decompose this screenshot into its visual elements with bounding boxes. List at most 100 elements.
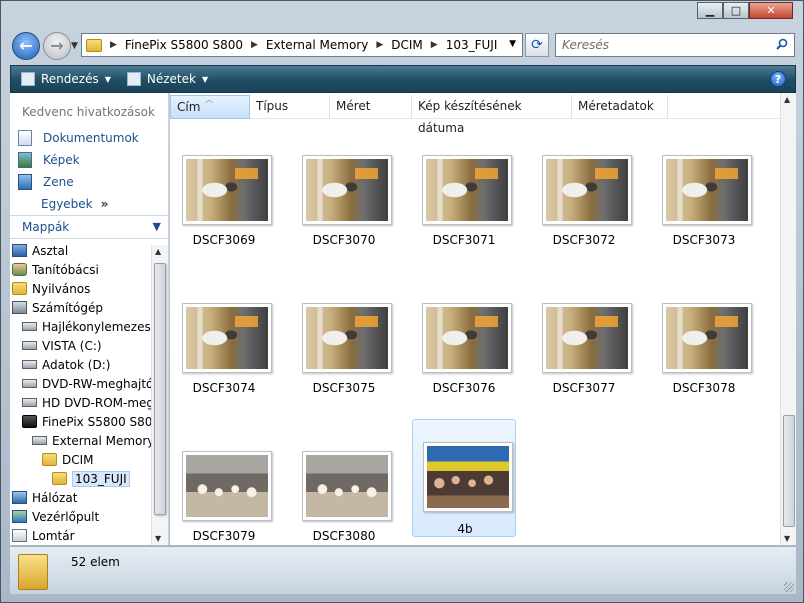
sort-ascending-icon: ︿ (205, 95, 213, 104)
search-placeholder: Keresés (562, 38, 610, 52)
tree-item[interactable]: HD DVD-ROM-megh (10, 393, 162, 412)
tree-item[interactable]: VISTA (C:) (10, 336, 151, 355)
folder-tree-scrollbar[interactable]: ▲ ▼ (151, 245, 168, 545)
tree-item[interactable]: Vezérlőpult (10, 507, 151, 526)
photo-thumbnail (186, 307, 268, 369)
favorite-pictures[interactable]: Képek (10, 149, 168, 171)
file-tile[interactable]: DSCF3079 (172, 415, 276, 543)
chevron-right-icon[interactable]: ▶ (110, 40, 117, 50)
tree-item-label: HD DVD-ROM-megh (42, 395, 162, 410)
search-input[interactable]: Keresés (555, 33, 795, 57)
file-tile[interactable]: DSCF3073 (652, 119, 756, 247)
file-list-scrollbar[interactable]: ▲ ▼ (780, 93, 796, 545)
scrollbar-thumb[interactable] (783, 415, 795, 527)
tree-item[interactable]: Tanítóbácsi (10, 260, 151, 279)
tree-item[interactable]: Számítógép (10, 298, 151, 317)
file-tile[interactable]: DSCF3074 (172, 267, 276, 395)
caption-buttons: ▁ □ ✕ (697, 2, 793, 19)
file-tile[interactable]: DSCF3070 (292, 119, 396, 247)
music-icon (18, 174, 32, 190)
tree-item-label: Nyilvános (32, 281, 91, 296)
breadcrumb-dcim[interactable]: DCIM (391, 38, 423, 52)
details-pane: 52 elem (10, 546, 796, 594)
tree-item[interactable]: DVD-RW-meghajtó ( (10, 374, 162, 393)
command-toolbar: Rendezés ▼ Nézetek ▼ ? (10, 65, 796, 93)
column-header-type[interactable]: Típus (250, 95, 330, 119)
chevron-right-icon[interactable]: ▶ (376, 40, 383, 50)
back-button[interactable]: ← (12, 32, 40, 60)
organize-menu[interactable]: Rendezés ▼ (21, 72, 111, 86)
favorite-music[interactable]: Zene (10, 171, 168, 193)
scroll-down-icon[interactable]: ▼ (784, 534, 790, 543)
file-name: DSCF3073 (672, 233, 736, 247)
refresh-button[interactable]: ⟳ (525, 33, 549, 57)
breadcrumb-103-fuji[interactable]: 103_FUJI (446, 38, 498, 52)
tree-item-label: Hajlékonylemezes m (42, 319, 167, 334)
documents-icon (18, 130, 32, 146)
file-tile[interactable]: DSCF3069 (172, 119, 276, 247)
favorite-documents[interactable]: Dokumentumok (10, 127, 168, 149)
tree-item-label: 103_FUJI (72, 470, 130, 487)
file-list-pane: ︿ Cím Típus Méret Kép készítésének dátum… (170, 93, 796, 545)
recycle-bin-icon (12, 529, 27, 542)
explorer-window: ▁ □ ✕ ← → ▼ ▶ FinePix S5800 S800 ▶ Exter… (0, 0, 804, 603)
tree-item[interactable]: Asztal (10, 241, 151, 260)
tree-item-label: DVD-RW-meghajtó ( (42, 376, 162, 391)
close-button[interactable]: ✕ (749, 2, 793, 19)
tree-item[interactable]: FinePix S5800 S800 (10, 412, 160, 431)
tree-item[interactable]: 103_FUJI (10, 469, 151, 488)
maximize-button[interactable]: □ (723, 2, 749, 19)
views-menu[interactable]: Nézetek ▼ (126, 72, 209, 86)
folder-tree: Asztal Tanítóbácsi Nyilvános Számítógép Hajl… (10, 241, 166, 545)
file-tile[interactable]: DSCF3076 (412, 267, 516, 395)
tree-item[interactable]: Lomtár (10, 526, 151, 545)
file-tile[interactable]: DSCF3078 (652, 267, 756, 395)
address-bar[interactable]: ▶ FinePix S5800 S800 ▶ External Memory ▶… (81, 33, 523, 57)
help-icon[interactable]: ? (770, 71, 786, 87)
tree-item[interactable]: DCIM (10, 450, 151, 469)
thumbnail-frame (662, 155, 752, 225)
column-header-dimensions[interactable]: Méretadatok (572, 95, 668, 119)
scroll-up-icon[interactable]: ▲ (155, 247, 161, 256)
chevron-right-icon[interactable]: ▶ (251, 40, 258, 50)
breadcrumb-camera[interactable]: FinePix S5800 S800 (125, 38, 243, 52)
more-favorites-link[interactable]: Egyebek » (10, 193, 168, 215)
file-name: 4b (457, 522, 473, 536)
pictures-icon (18, 152, 32, 168)
file-tile[interactable]: DSCF3071 (412, 119, 516, 247)
chevron-down-icon: ▼ (201, 74, 209, 84)
search-icon[interactable] (776, 38, 788, 50)
folder-icon (52, 472, 67, 485)
file-tile[interactable]: DSCF3080 (292, 415, 396, 543)
tree-item[interactable]: Hálózat (10, 488, 151, 507)
forward-button[interactable]: → (43, 32, 71, 60)
chevron-down-icon[interactable]: ▼ (509, 39, 516, 49)
tree-item[interactable]: External Memory (10, 431, 154, 450)
chevron-right-icon[interactable]: ▶ (431, 40, 438, 50)
minimize-button[interactable]: ▁ (697, 2, 723, 19)
column-label: Méretadatok (578, 99, 654, 113)
file-tile[interactable]: DSCF3072 (532, 119, 636, 247)
breadcrumb-external-memory[interactable]: External Memory (266, 38, 368, 52)
scroll-up-icon[interactable]: ▲ (784, 95, 790, 104)
recent-pages-dropdown[interactable]: ▼ (71, 41, 78, 51)
tree-item-label: VISTA (C:) (42, 338, 102, 353)
photo-thumbnail (426, 159, 508, 221)
column-header-name[interactable]: ︿ Cím (170, 95, 250, 119)
tree-item[interactable]: Hajlékonylemezes m (10, 317, 166, 336)
memory-card-icon (32, 436, 47, 445)
column-header-date-taken[interactable]: Kép készítésének dátuma (412, 95, 572, 135)
tree-item[interactable]: Nyilvános (10, 279, 151, 298)
scrollbar-thumb[interactable] (154, 263, 166, 515)
file-tile[interactable]: 4b (412, 419, 516, 537)
floppy-drive-icon (22, 322, 37, 331)
photo-thumbnail (306, 159, 388, 221)
folders-heading[interactable]: Mappák ▼ (10, 215, 168, 239)
favorite-label: Zene (43, 175, 74, 189)
resize-grip[interactable] (784, 582, 794, 592)
file-tile[interactable]: DSCF3075 (292, 267, 396, 395)
column-header-size[interactable]: Méret (330, 95, 412, 119)
tree-item[interactable]: Adatok (D:) (10, 355, 151, 374)
file-tile[interactable]: DSCF3077 (532, 267, 636, 395)
scroll-down-icon[interactable]: ▼ (155, 534, 161, 543)
